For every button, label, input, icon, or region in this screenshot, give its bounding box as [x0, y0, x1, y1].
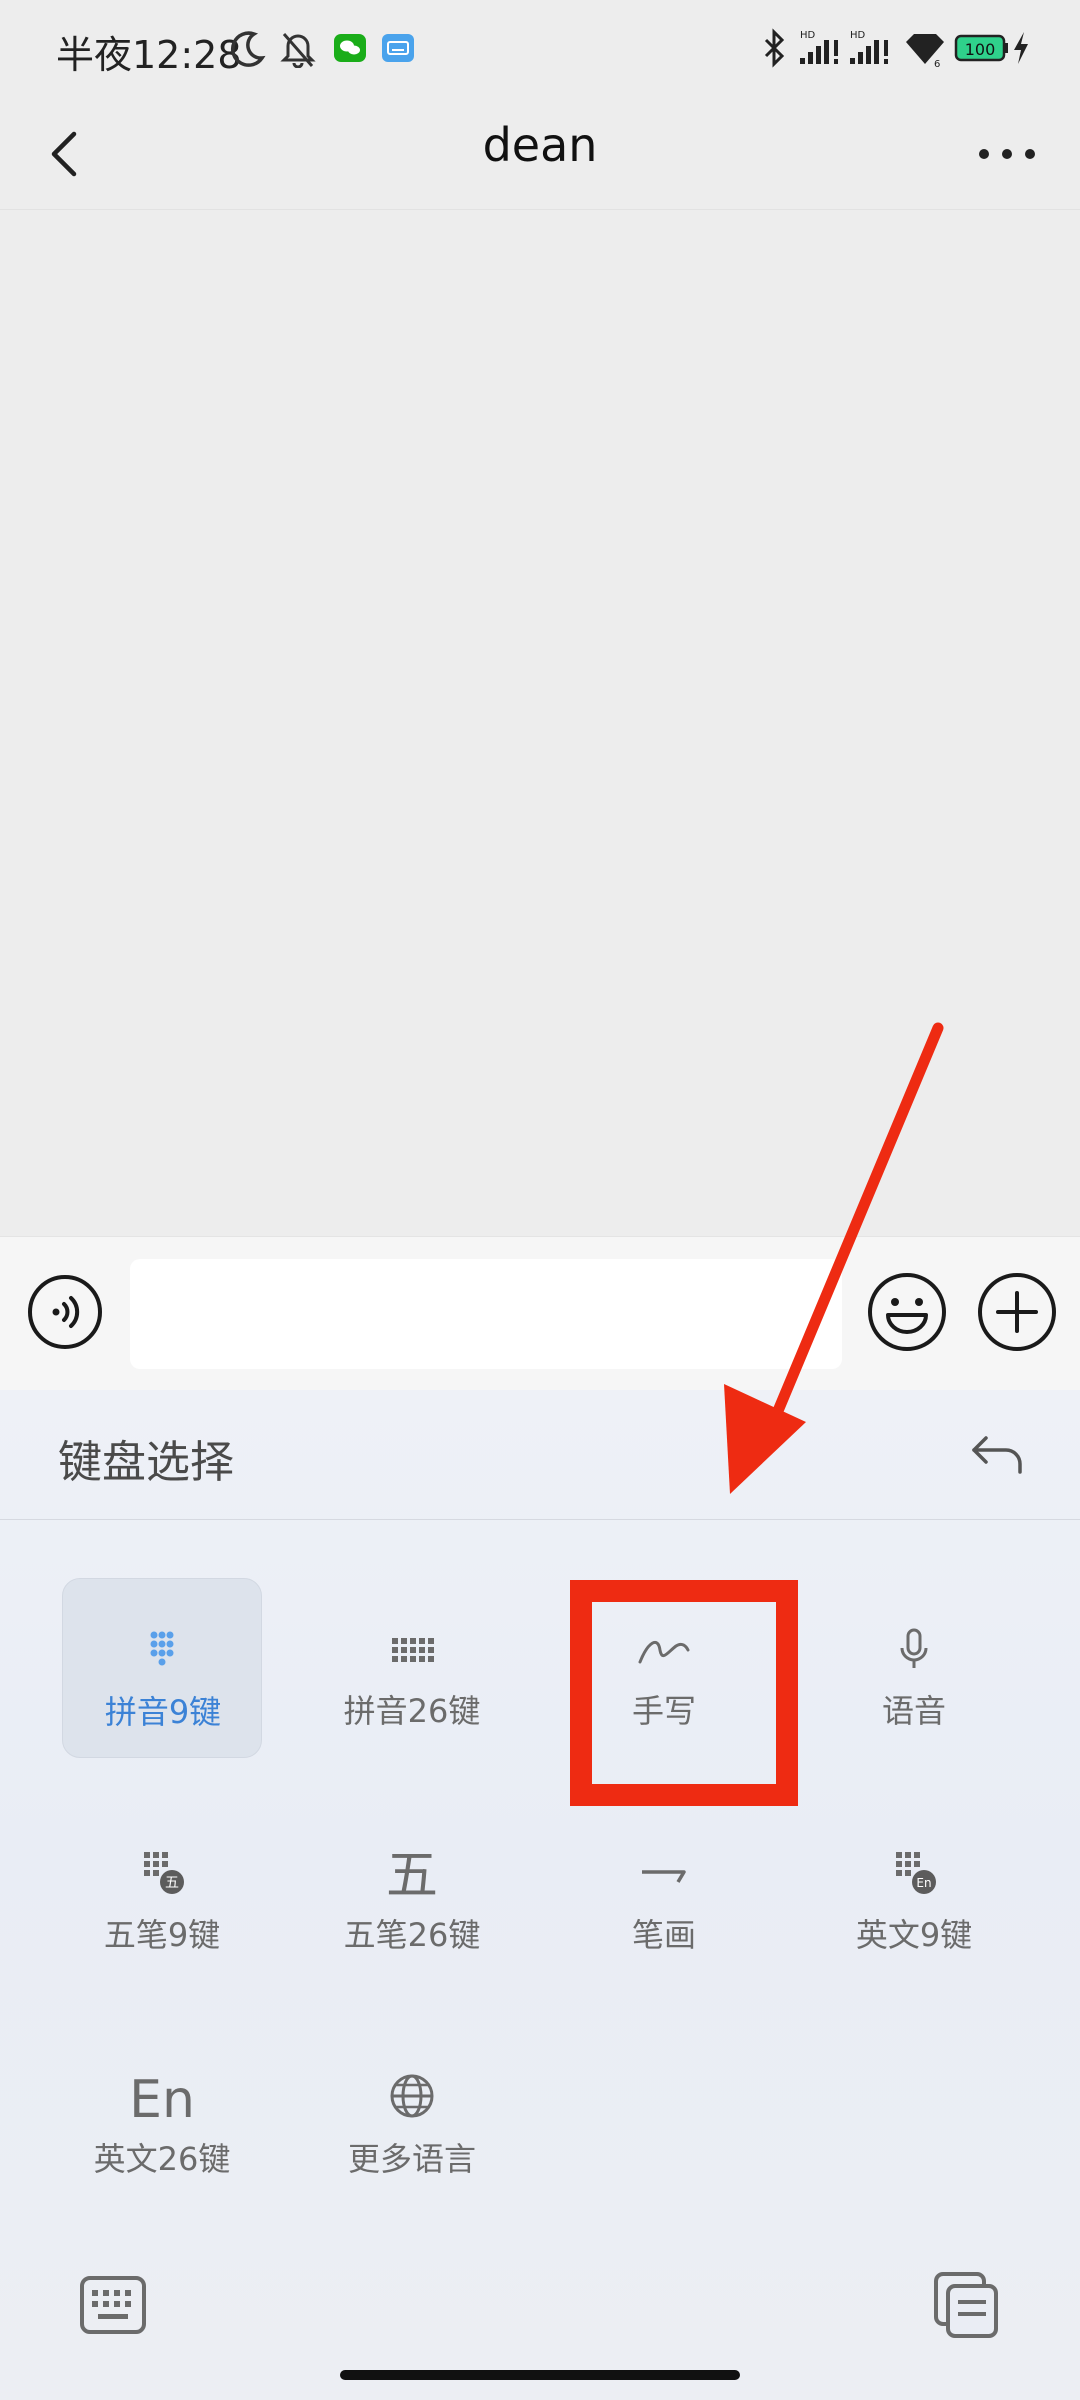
keyboard-option-label: 更多语言	[347, 2140, 476, 2178]
charging-icon	[1014, 32, 1028, 64]
svg-text:6: 6	[934, 59, 940, 68]
english-9-icon: En	[896, 1852, 936, 1894]
english-badge-text: En	[916, 1876, 931, 1890]
battery-level-text: 100	[965, 40, 996, 59]
chat-header: dean	[0, 96, 1080, 210]
clipboard-icon[interactable]	[932, 2270, 1002, 2340]
home-indicator[interactable]	[340, 2370, 740, 2380]
english-26-icon: En	[129, 2070, 195, 2130]
keyboard-option-stroke[interactable]: 笔画	[564, 1802, 764, 1982]
bell-off-icon	[280, 33, 316, 68]
status-bar: 半夜12:28 HD HD 6 100	[0, 0, 1080, 96]
stroke-icon	[642, 1870, 686, 1883]
keyboard-option-label: 笔画	[631, 1916, 696, 1954]
signal-hd-1-icon: HD	[800, 30, 838, 64]
keyboard-option-wubi-26[interactable]: 五 五笔26键	[312, 1802, 512, 1982]
status-time: 半夜12:28	[56, 33, 242, 77]
return-arrow-icon[interactable]	[966, 1424, 1030, 1488]
dots-grid-9-icon	[150, 1631, 174, 1666]
keyboard-option-label: 英文9键	[855, 1916, 973, 1954]
wubi-badge-text: 五	[165, 1875, 179, 1891]
chat-title: dean	[482, 118, 598, 172]
battery-icon: 100	[954, 34, 1008, 62]
wifi-icon: 6	[906, 34, 944, 68]
signal-hd-2-icon: HD	[850, 30, 888, 64]
keyboard-panel-title: 键盘选择	[58, 1437, 234, 1488]
keyboard-selection-panel: 键盘选择 拼音9键 拼音26键 手写 语音 五 五笔9键 五 五笔26键 笔画 …	[0, 1390, 1080, 2400]
moon-icon	[231, 31, 266, 67]
keyboard-option-pinyin-26[interactable]: 拼音26键	[312, 1578, 512, 1758]
annotation-arrow-icon	[724, 1022, 944, 1494]
keyboard-option-label: 英文26键	[93, 2140, 231, 2178]
svg-text:HD: HD	[800, 30, 816, 41]
globe-icon	[390, 2074, 434, 2118]
wubi-26-icon: 五	[382, 1846, 442, 1906]
voice-input-icon[interactable]	[26, 1273, 104, 1351]
keyboard-option-english-26[interactable]: En 英文26键	[62, 2026, 262, 2206]
wechat-icon	[334, 34, 366, 62]
keyboard-option-label: 语音	[881, 1692, 946, 1730]
keyboard-option-label: 五笔26键	[343, 1916, 481, 1954]
wubi-9-icon: 五	[144, 1852, 184, 1894]
keyboard-notification-icon	[382, 34, 414, 62]
keyboard-icon[interactable]	[78, 2272, 148, 2338]
keyboard-option-label: 拼音26键	[343, 1692, 481, 1730]
wubi-glyph: 五	[385, 1846, 438, 1906]
bluetooth-icon	[764, 28, 785, 68]
keyboard-option-more-languages[interactable]: 更多语言	[312, 2026, 512, 2206]
screen: 半夜12:28 HD HD 6 100 dean 键盘选择 拼音9键 拼音26键…	[0, 0, 1080, 2400]
svg-text:HD: HD	[850, 30, 866, 41]
keyboard-option-voice[interactable]: 语音	[814, 1578, 1014, 1758]
microphone-icon	[900, 1628, 928, 1668]
keyboard-option-pinyin-9[interactable]: 拼音9键	[62, 1578, 262, 1758]
keyboard-option-english-9[interactable]: En 英文9键	[814, 1802, 1014, 1982]
keyboard-option-label: 拼音9键	[104, 1693, 222, 1731]
more-dots-icon[interactable]	[962, 114, 1052, 194]
plus-icon[interactable]	[976, 1271, 1058, 1353]
english-glyph: En	[129, 2070, 195, 2130]
keyboard-option-label: 五笔9键	[103, 1916, 221, 1954]
keyboard-option-wubi-9[interactable]: 五 五笔9键	[62, 1802, 262, 1982]
annotation-highlight-box	[570, 1580, 798, 1806]
dots-grid-26-icon	[392, 1638, 434, 1662]
